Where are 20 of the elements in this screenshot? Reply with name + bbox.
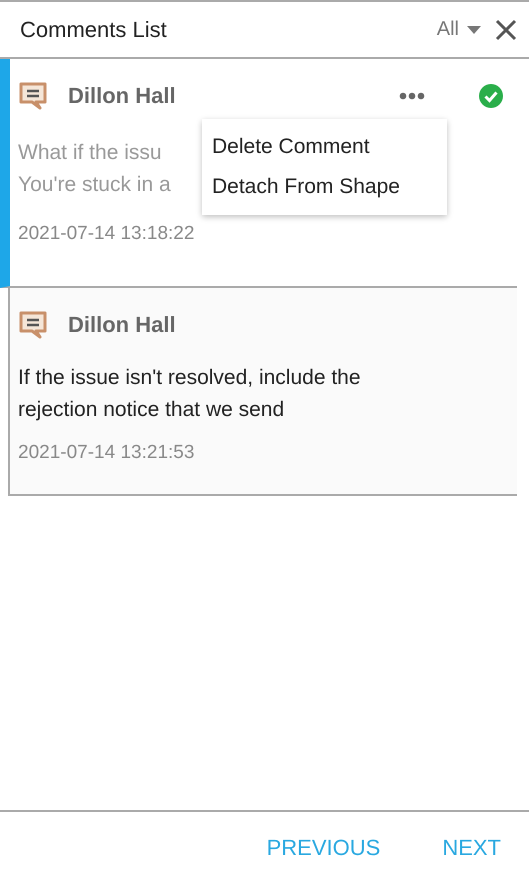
- more-icon[interactable]: [399, 92, 425, 100]
- filter-dropdown[interactable]: All: [436, 18, 481, 41]
- menu-item[interactable]: Delete Comment: [202, 127, 447, 167]
- comment-icon: [18, 81, 48, 111]
- timestamp: 2021-07-14 13:21:53: [18, 442, 196, 464]
- check-icon[interactable]: [479, 84, 503, 108]
- comment-text: rejection notice that we send: [18, 397, 284, 423]
- author-name: Dillon Hall: [68, 312, 176, 338]
- caret-icon: [467, 26, 481, 34]
- close-icon[interactable]: [495, 18, 517, 40]
- author-name: Dillon Hall: [68, 83, 176, 109]
- menu-item[interactable]: Detach From Shape: [202, 167, 447, 207]
- comment-icon: [18, 310, 48, 340]
- panel-title: Comments List: [20, 16, 168, 42]
- comment-text: If the issue isn't resolved, include the: [18, 365, 361, 391]
- comment-card[interactable]: Dillon Hall If the issue isn't resolved, include the rejection notice that we send 2021-07-14 13:21:53: [8, 288, 517, 496]
- comment-card[interactable]: Dillon Hall What if the issu You're stuck in a 2021-07-14 13:18:22 Delete Comment Detach From Shape: [0, 59, 517, 288]
- timestamp: 2021-07-14 13:18:22: [18, 223, 196, 245]
- comment-text: What if the issu: [18, 140, 162, 166]
- comment-text: You're stuck in a: [18, 172, 171, 198]
